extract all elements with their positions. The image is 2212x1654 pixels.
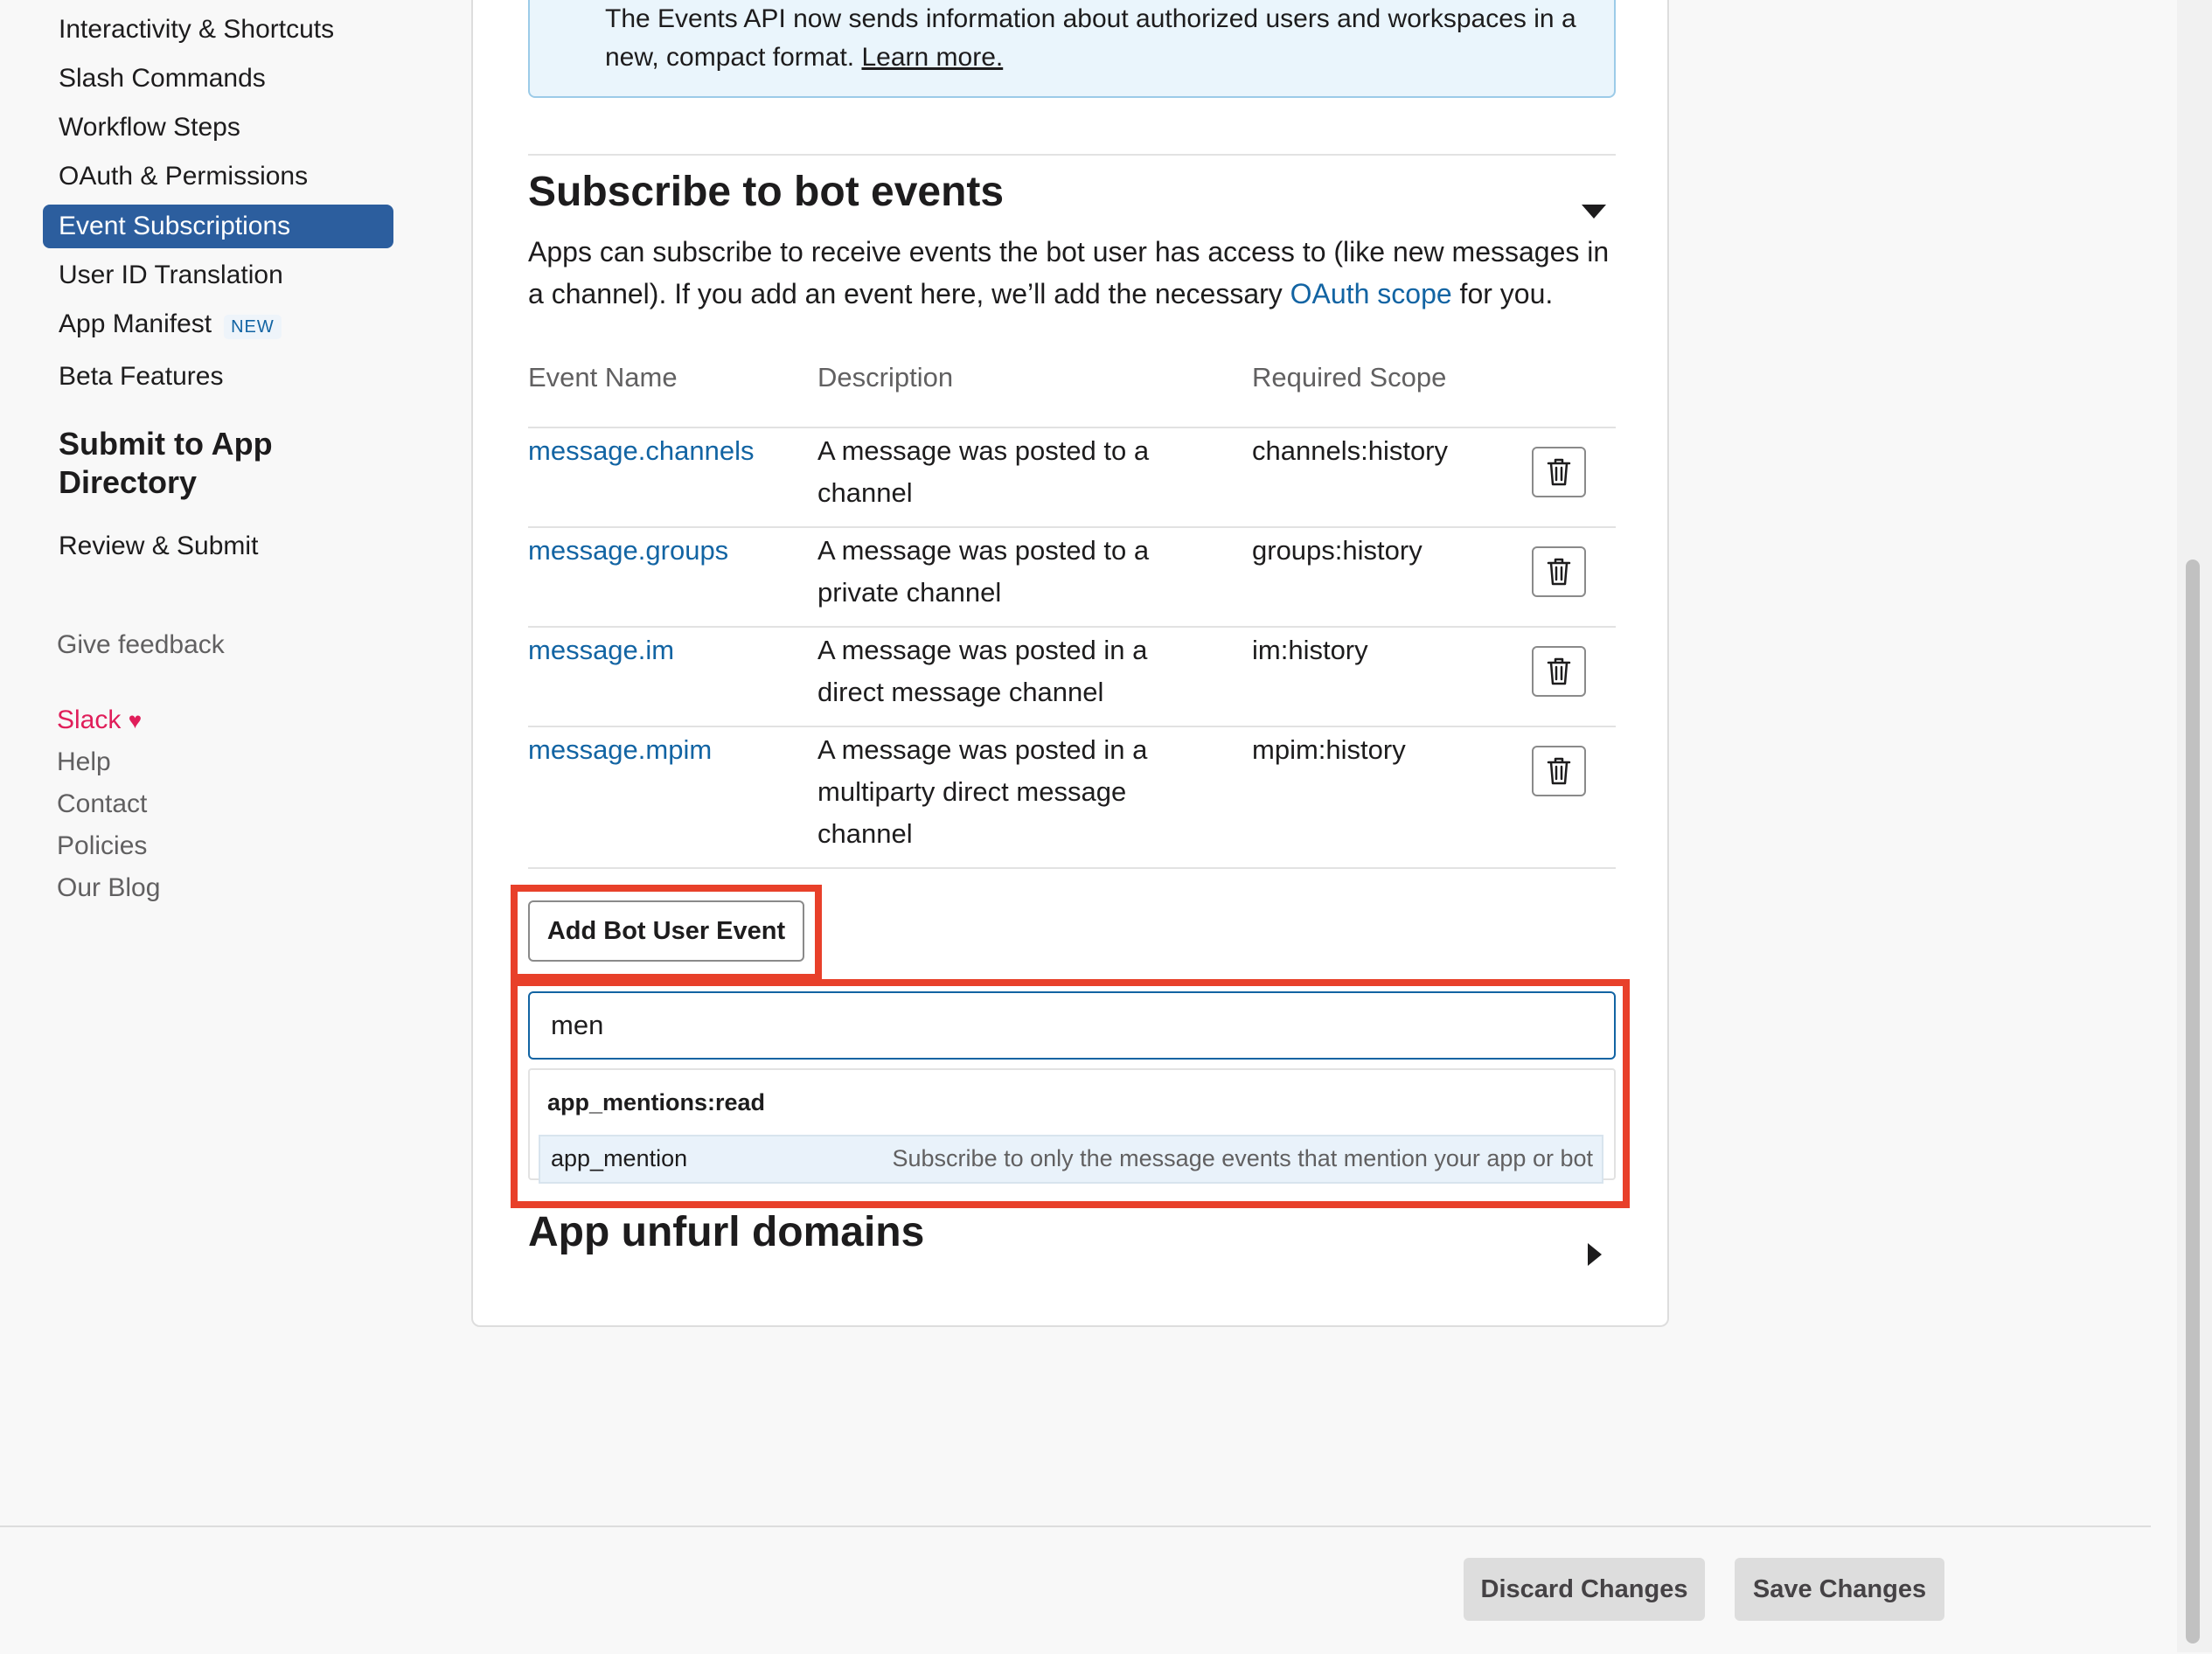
submit-heading: Submit to App Directory [59, 426, 273, 500]
sidebar-item-beta-features[interactable]: Beta Features [59, 359, 223, 394]
sidebar-item-app-manifest[interactable]: App Manifest NEW [59, 307, 282, 344]
event-scope: mpim:history [1252, 734, 1406, 765]
expand-caret-icon[interactable] [1588, 1243, 1602, 1266]
column-header-description: Description [817, 362, 954, 393]
give-feedback-link[interactable]: Give feedback [57, 628, 225, 663]
sidebar-item-event-subscriptions[interactable]: Event Subscriptions [43, 205, 393, 248]
bot-events-description: Apps can subscribe to receive events the… [528, 231, 1621, 315]
table-row-divider [528, 626, 1616, 628]
table-row-divider [528, 526, 1616, 528]
event-name-link[interactable]: message.im [528, 629, 674, 671]
sidebar-item-review-submit[interactable]: Review & Submit [59, 529, 258, 564]
policies-link[interactable]: Policies [57, 829, 147, 864]
sidebar: Interactivity & Shortcuts Slash Commands… [0, 0, 437, 1521]
sidebar-item-oauth[interactable]: OAuth & Permissions [59, 159, 308, 194]
sidebar-item-workflow-steps[interactable]: Workflow Steps [59, 110, 240, 145]
event-subscriptions-card: The Events API now sends information abo… [471, 0, 1669, 1327]
unfurl-domains-title: App unfurl domains [528, 1209, 925, 1255]
description-suffix: for you. [1459, 278, 1554, 309]
event-name-link[interactable]: message.groups [528, 530, 728, 572]
highlight-box-add-button [511, 885, 822, 981]
delete-event-button[interactable] [1532, 546, 1586, 597]
trash-icon [1547, 757, 1571, 785]
sidebar-item-label: App Manifest [59, 309, 212, 338]
discard-changes-button[interactable]: Discard Changes [1464, 1558, 1705, 1621]
table-row-divider [528, 726, 1616, 727]
event-description: A message was posted to a private channe… [817, 535, 1150, 608]
sidebar-item-label: Event Subscriptions [59, 212, 291, 240]
scrollbar-thumb[interactable] [2186, 559, 2200, 1644]
sidebar-item-user-id-translation[interactable]: User ID Translation [59, 258, 283, 293]
column-header-event-name: Event Name [528, 362, 678, 393]
trash-icon [1547, 558, 1571, 586]
bot-events-title: Subscribe to bot events [528, 169, 1005, 215]
notice-body: The Events API now sends information abo… [605, 4, 1576, 72]
events-api-notice: The Events API now sends information abo… [528, 0, 1616, 98]
sidebar-item-interactivity[interactable]: Interactivity & Shortcuts [59, 12, 334, 47]
event-scope: groups:history [1252, 535, 1422, 566]
sidebar-item-slash-commands[interactable]: Slash Commands [59, 61, 266, 96]
new-badge: NEW [224, 315, 282, 339]
section-divider [528, 154, 1616, 156]
event-description: A message was posted to a channel [817, 435, 1150, 508]
trash-icon [1547, 657, 1571, 685]
delete-event-button[interactable] [1532, 447, 1586, 497]
event-name-link[interactable]: message.channels [528, 430, 755, 472]
event-scope: channels:history [1252, 435, 1449, 466]
learn-more-link[interactable]: Learn more. [861, 43, 1003, 72]
save-bar: Discard Changes Save Changes [0, 1525, 2151, 1654]
help-link[interactable]: Help [57, 745, 111, 780]
event-scope: im:history [1252, 635, 1368, 665]
collapse-caret-icon[interactable] [1582, 205, 1606, 219]
table-header-divider [528, 427, 1616, 428]
contact-link[interactable]: Contact [57, 787, 147, 822]
slack-link[interactable]: Slack ♥ [57, 703, 142, 738]
delete-event-button[interactable] [1532, 746, 1586, 796]
column-header-required-scope: Required Scope [1252, 362, 1447, 393]
notice-text: The Events API now sends information abo… [605, 0, 1584, 77]
save-changes-button[interactable]: Save Changes [1735, 1558, 1944, 1621]
oauth-scope-link[interactable]: OAuth scope [1290, 278, 1452, 309]
blog-link[interactable]: Our Blog [57, 871, 160, 906]
slack-label: Slack [57, 705, 122, 734]
event-description: A message was posted in a direct message… [817, 635, 1148, 707]
event-description: A message was posted in a multiparty dir… [817, 734, 1148, 849]
heart-icon: ♥ [128, 707, 143, 733]
table-bottom-divider [528, 867, 1616, 869]
event-name-link[interactable]: message.mpim [528, 729, 712, 771]
highlight-box-search [511, 979, 1630, 1208]
delete-event-button[interactable] [1532, 646, 1586, 697]
trash-icon [1547, 458, 1571, 486]
